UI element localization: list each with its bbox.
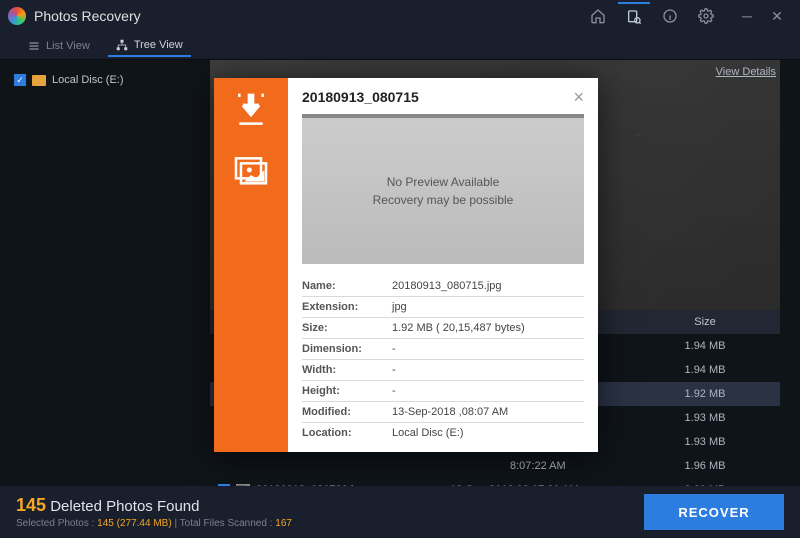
view-tabs: List View Tree View — [0, 32, 800, 60]
deleted-label: Deleted Photos Found — [50, 498, 199, 515]
modal-body: 20180913_080715 × No Preview Available R… — [288, 78, 598, 452]
modal-title: 20180913_080715 — [302, 89, 419, 105]
preview-modal: 20180913_080715 × No Preview Available R… — [214, 78, 598, 452]
sidebar: Local Disc (E:) — [0, 60, 210, 486]
tab-tree-label: Tree View — [134, 39, 183, 51]
meta-dimension: Dimension:- — [302, 339, 584, 360]
col-size-header: Size — [630, 316, 780, 328]
file-size: 1.92 MB — [630, 388, 780, 400]
tab-list-label: List View — [46, 40, 90, 52]
recover-button[interactable]: RECOVER — [644, 494, 784, 530]
no-preview-line1: No Preview Available — [387, 175, 500, 189]
meta-size: Size:1.92 MB ( 20,15,487 bytes) — [302, 318, 584, 339]
scan-icon — [626, 9, 642, 25]
toolbar — [582, 2, 722, 30]
meta-height: Height:- — [302, 381, 584, 402]
view-details-link[interactable]: View Details — [716, 66, 776, 78]
table-row[interactable]: 8:07:22 AM1.96 MB — [210, 454, 780, 478]
close-button[interactable]: ✕ — [762, 2, 792, 30]
scan-results-button[interactable] — [618, 2, 650, 30]
tree-icon — [116, 39, 128, 51]
file-size: 1.93 MB — [630, 436, 780, 448]
window-controls: ─ ✕ — [732, 2, 792, 30]
minimize-button[interactable]: ─ — [732, 2, 762, 30]
footer-headline: 145 Deleted Photos Found — [16, 495, 644, 516]
photos-icon — [231, 150, 271, 190]
modal-close-button[interactable]: × — [573, 88, 584, 106]
deleted-count: 145 — [16, 495, 46, 515]
tab-tree-view[interactable]: Tree View — [108, 35, 191, 57]
download-arrow-icon — [231, 92, 271, 132]
file-size: 1.94 MB — [630, 364, 780, 376]
folder-icon — [32, 75, 46, 86]
list-icon — [28, 40, 40, 52]
modal-metadata: Name:20180913_080715.jpg Extension:jpg S… — [302, 276, 584, 443]
footer-subline: Selected Photos : 145 (277.44 MB) | Tota… — [16, 518, 644, 529]
home-button[interactable] — [582, 2, 614, 30]
settings-button[interactable] — [690, 2, 722, 30]
gear-icon — [698, 8, 714, 24]
file-size: 1.94 MB — [630, 340, 780, 352]
info-icon — [662, 8, 678, 24]
tree-root-label: Local Disc (E:) — [52, 74, 124, 86]
modal-sidebar — [214, 78, 288, 452]
file-size: 1.96 MB — [630, 460, 780, 472]
titlebar: Photos Recovery ─ ✕ — [0, 0, 800, 32]
meta-name: Name:20180913_080715.jpg — [302, 276, 584, 297]
info-button[interactable] — [654, 2, 686, 30]
meta-location: Location:Local Disc (E:) — [302, 423, 584, 443]
app-title: Photos Recovery — [34, 8, 141, 24]
meta-modified: Modified:13-Sep-2018 ,08:07 AM — [302, 402, 584, 423]
file-size: 1.93 MB — [630, 412, 780, 424]
meta-extension: Extension:jpg — [302, 297, 584, 318]
footer: 145 Deleted Photos Found Selected Photos… — [0, 486, 800, 538]
home-icon — [590, 8, 606, 24]
tree-root-item[interactable]: Local Disc (E:) — [10, 72, 200, 88]
meta-width: Width:- — [302, 360, 584, 381]
checkbox[interactable] — [14, 74, 26, 86]
tab-list-view[interactable]: List View — [20, 36, 98, 56]
no-preview-line2: Recovery may be possible — [373, 193, 514, 207]
file-time: 8:07:22 AM — [510, 460, 630, 472]
modal-preview-area: No Preview Available Recovery may be pos… — [302, 114, 584, 264]
app-logo-icon — [8, 7, 26, 25]
